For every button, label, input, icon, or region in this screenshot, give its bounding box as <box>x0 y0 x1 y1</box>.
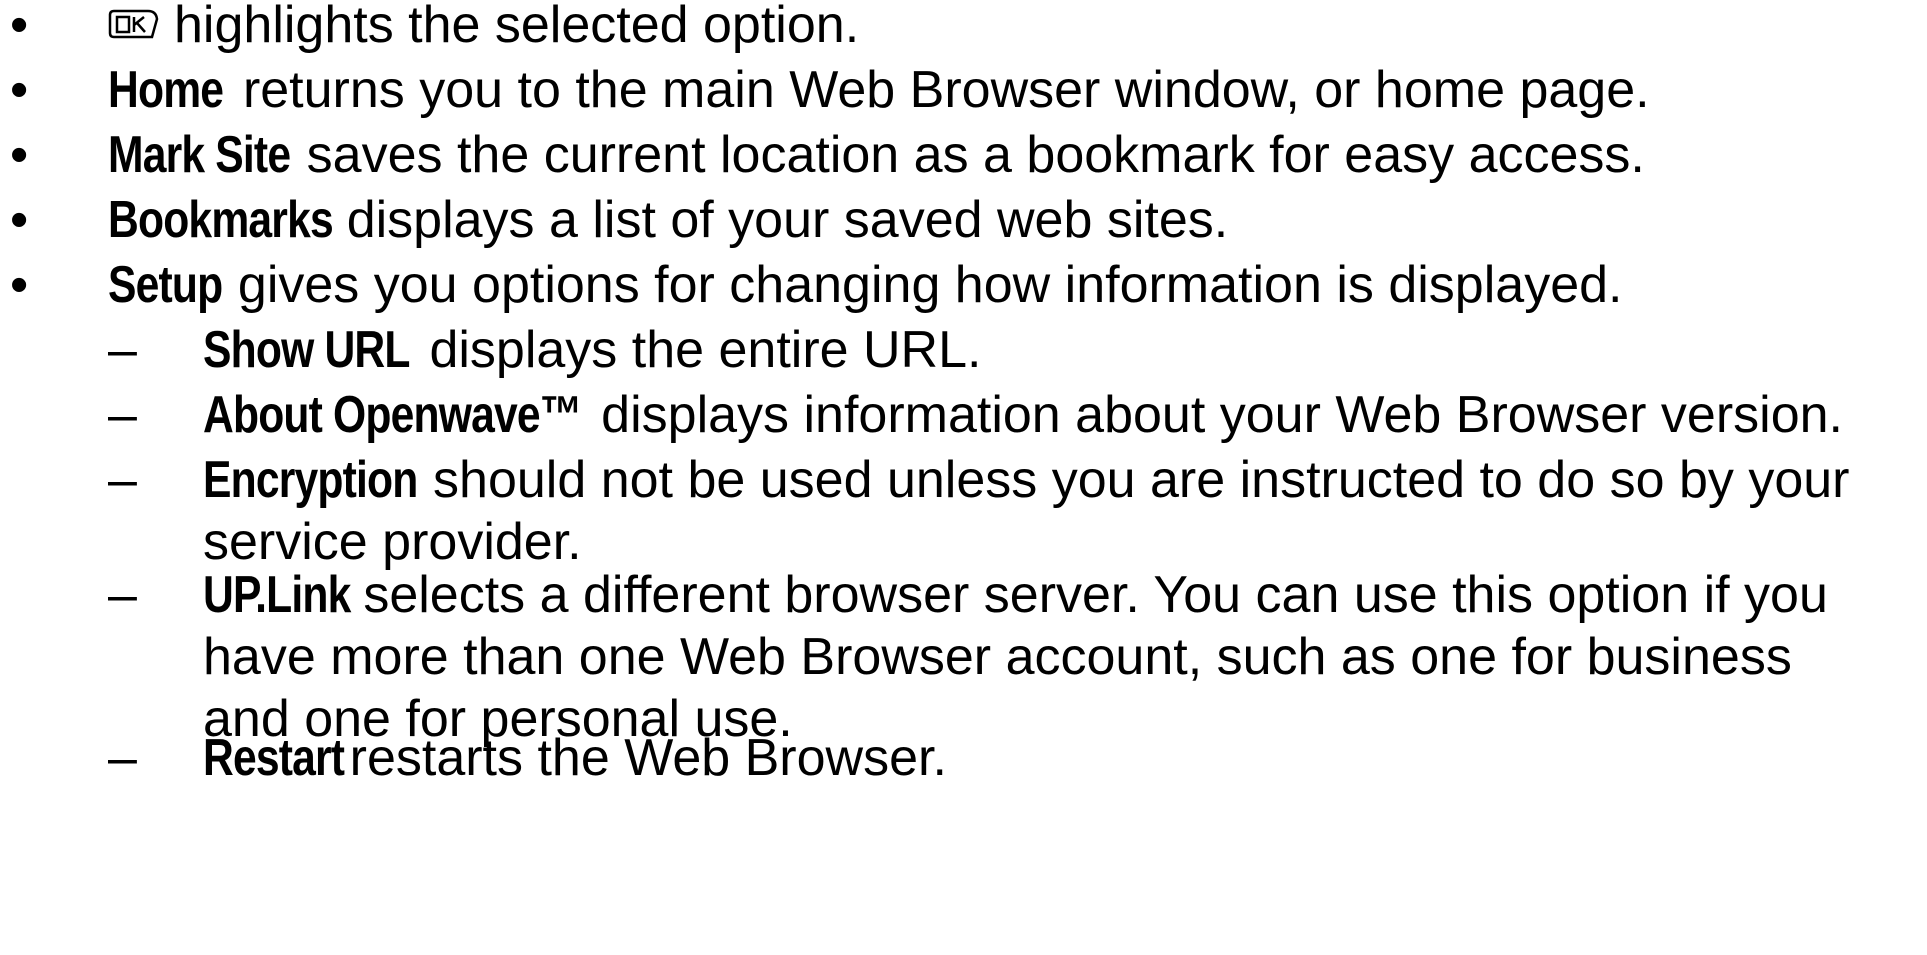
list-item: Setup gives you options for changing how… <box>108 254 1622 316</box>
item-term: Mark Site <box>108 126 291 184</box>
dash-marker: – <box>108 451 137 509</box>
item-text: displays a list of your saved web sites. <box>346 191 1229 249</box>
bullet-marker: • <box>10 191 29 249</box>
item-term: Restart <box>203 729 345 787</box>
item-text: selects a different browser server. You … <box>203 566 1828 748</box>
dash-marker: – <box>108 386 137 444</box>
list-item: Show URL displays the entire URL. <box>203 319 981 381</box>
item-term: Setup <box>108 256 223 314</box>
item-text: should not be used unless you are instru… <box>203 451 1850 571</box>
list-item: About Openwave™ displays information abo… <box>203 384 1843 446</box>
item-term: Home <box>108 61 224 119</box>
item-text: saves the current location as a bookmark… <box>306 126 1645 184</box>
bullet-marker: • <box>10 0 29 54</box>
list-item: UP.Link selects a different browser serv… <box>203 564 1883 750</box>
bullet-marker: • <box>10 126 29 184</box>
bullet-marker: • <box>10 61 29 119</box>
item-term: About Openwave™ <box>203 386 582 444</box>
list-item: Encryption should not be used unless you… <box>203 449 1883 573</box>
list-item: Restart restarts the Web Browser. <box>203 727 947 789</box>
dash-marker: – <box>108 729 137 787</box>
item-text: returns you to the main Web Browser wind… <box>242 61 1650 119</box>
list-item: Bookmarks displays a list of your saved … <box>108 189 1228 251</box>
item-term: Bookmarks <box>108 191 334 249</box>
bullet-marker: • <box>10 256 29 314</box>
list-item: Home returns you to the main Web Browser… <box>108 59 1650 121</box>
dash-marker: – <box>108 321 137 379</box>
item-text: gives you options for changing how infor… <box>237 256 1623 314</box>
item-text: restarts the Web Browser. <box>349 729 947 787</box>
item-text: displays information about your Web Brow… <box>601 386 1844 444</box>
document-page: • highlights the selected option. • Home… <box>0 0 1927 955</box>
item-text: highlights the selected option. <box>174 0 860 54</box>
list-item: highlights the selected option. <box>108 0 859 59</box>
item-text: displays the entire URL. <box>429 321 982 379</box>
item-term: Show URL <box>203 321 410 379</box>
dash-marker: – <box>108 566 137 624</box>
item-term: UP.Link <box>203 566 351 624</box>
list-item: Mark Site saves the current location as … <box>108 124 1645 186</box>
item-term: Encryption <box>203 451 418 509</box>
ok-button-icon <box>108 0 160 55</box>
